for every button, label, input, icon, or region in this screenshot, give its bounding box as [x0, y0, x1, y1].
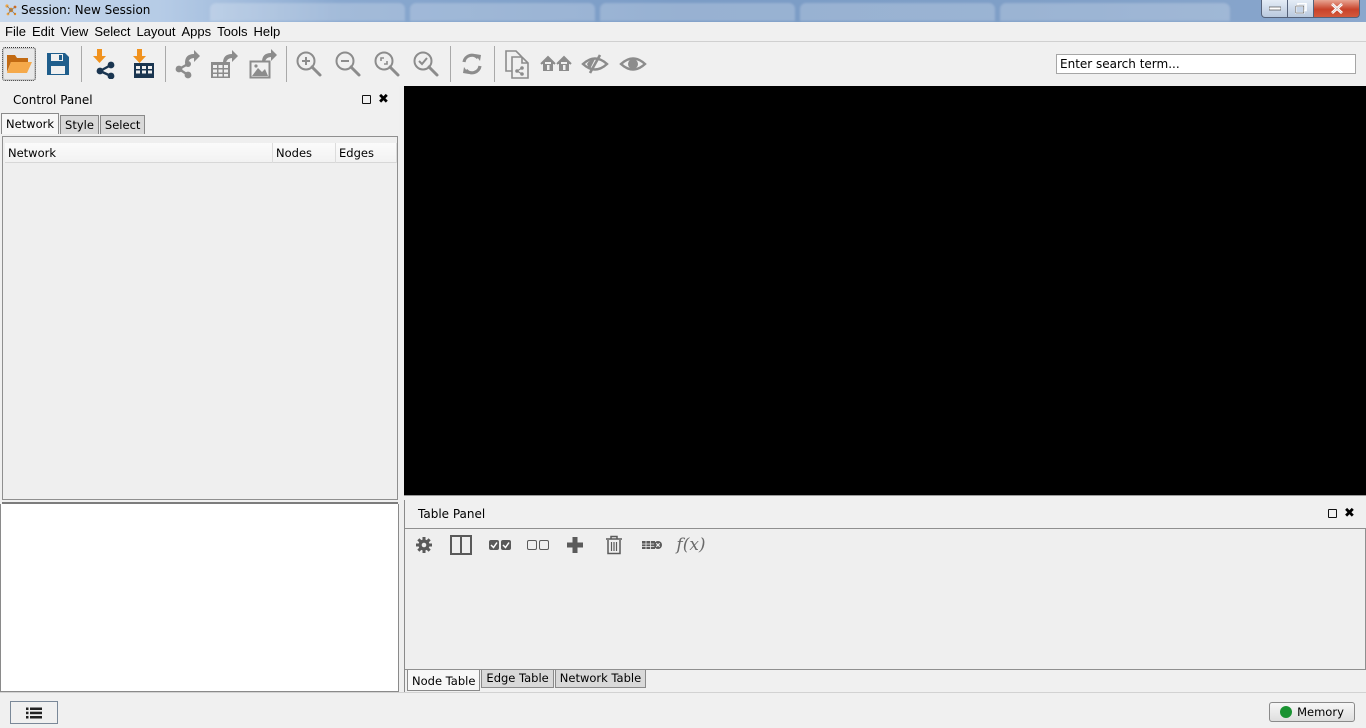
minimize-icon — [1268, 6, 1281, 11]
tab-network-table[interactable]: Network Table — [554, 670, 647, 688]
trash-icon — [606, 535, 622, 555]
menu-bar: File Edit View Select Layout Apps Tools … — [0, 22, 1366, 42]
table-options-button[interactable] — [412, 533, 436, 557]
tab-edge-table[interactable]: Edge Table — [481, 670, 554, 688]
menu-apps[interactable]: Apps — [179, 23, 215, 41]
new-network-from-selection-icon — [505, 50, 529, 79]
menu-layout[interactable]: Layout — [133, 23, 178, 41]
network-view-canvas[interactable] — [404, 86, 1366, 495]
close-window-button[interactable] — [1314, 0, 1360, 18]
status-bar: Memory — [0, 692, 1366, 728]
control-panel-tabs: Network Style Select — [1, 113, 146, 135]
eye-slash-icon — [581, 54, 609, 74]
menu-select[interactable]: Select — [91, 23, 133, 41]
export-network-icon — [175, 50, 200, 79]
deselect-all-columns-button[interactable] — [526, 533, 550, 557]
apply-layout-button[interactable] — [455, 47, 489, 81]
refresh-icon — [462, 53, 482, 75]
menu-help[interactable]: Help — [251, 23, 284, 41]
zoom-out-button[interactable] — [331, 47, 365, 81]
close-icon — [1330, 3, 1343, 14]
gear-icon — [416, 537, 432, 553]
columns-icon — [450, 535, 472, 555]
function-icon: f(x) — [676, 535, 706, 555]
export-table-icon — [211, 50, 238, 78]
plus-icon — [567, 537, 583, 553]
float-panel-icon[interactable] — [362, 95, 371, 104]
zoom-fit-button[interactable] — [370, 47, 404, 81]
zoom-out-icon — [335, 51, 361, 77]
hide-selected-button[interactable] — [578, 47, 612, 81]
window-title: Session: New Session — [21, 3, 151, 17]
network-list: Network Nodes Edges — [2, 136, 398, 500]
table-panel-title: Table Panel — [418, 507, 486, 521]
save-session-button[interactable] — [41, 47, 75, 81]
first-neighbors-button[interactable] — [539, 47, 573, 81]
column-header-nodes[interactable]: Nodes — [273, 143, 336, 163]
table-delete-icon — [642, 541, 662, 549]
menu-edit[interactable]: Edit — [29, 23, 57, 41]
export-image-icon — [249, 49, 277, 79]
zoom-fit-icon — [374, 51, 400, 77]
zoom-in-icon — [296, 51, 322, 77]
import-network-button[interactable] — [87, 47, 121, 81]
title-bar: Session: New Session — [0, 0, 1366, 22]
show-all-button[interactable] — [616, 47, 650, 81]
tab-node-table[interactable]: Node Table — [407, 670, 481, 691]
create-column-button[interactable] — [563, 533, 587, 557]
tab-network[interactable]: Network — [1, 113, 60, 134]
delete-columns-button[interactable] — [602, 533, 626, 557]
memory-status-icon — [1280, 706, 1293, 718]
main-toolbar — [0, 43, 1366, 85]
floppy-disk-icon — [47, 53, 69, 75]
function-builder-button[interactable]: f(x) — [676, 533, 706, 557]
control-panel: Control Panel ✖ Network Style Select Net… — [0, 86, 403, 692]
minimize-button[interactable] — [1261, 0, 1288, 18]
close-panel-icon[interactable]: ✖ — [378, 93, 389, 106]
houses-icon — [540, 55, 572, 71]
menu-view[interactable]: View — [57, 23, 91, 41]
import-table-icon — [133, 49, 154, 78]
control-panel-title: Control Panel — [13, 93, 93, 107]
close-panel-icon[interactable]: ✖ — [1344, 507, 1355, 520]
export-network-button[interactable] — [170, 47, 204, 81]
import-table-button[interactable] — [126, 47, 160, 81]
export-table-button[interactable] — [207, 47, 241, 81]
table-panel: Table Panel ✖ f(x) Node Table Edge Table… — [404, 500, 1366, 692]
show-columns-button[interactable] — [449, 533, 473, 557]
column-header-edges[interactable]: Edges — [336, 143, 397, 163]
folder-open-icon — [7, 55, 32, 73]
app-logo-icon — [5, 4, 17, 16]
zoom-selected-button[interactable] — [409, 47, 443, 81]
restore-button[interactable] — [1288, 0, 1314, 18]
float-panel-icon[interactable] — [1328, 509, 1337, 518]
checked-boxes-icon — [489, 540, 511, 550]
tab-style[interactable]: Style — [60, 115, 99, 134]
import-network-icon — [93, 49, 115, 79]
column-header-network[interactable]: Network — [5, 143, 273, 163]
menu-file[interactable]: File — [2, 23, 29, 41]
network-table-header: Network Nodes Edges — [5, 143, 397, 163]
network-overview-pane — [0, 504, 399, 692]
open-session-button[interactable] — [2, 47, 36, 81]
new-network-from-selection-button[interactable] — [500, 47, 534, 81]
select-all-columns-button[interactable] — [488, 533, 512, 557]
list-icon — [26, 707, 42, 718]
empty-boxes-icon — [527, 540, 549, 550]
task-history-button[interactable] — [10, 701, 58, 724]
restore-icon — [1294, 3, 1307, 14]
export-image-button[interactable] — [246, 47, 280, 81]
cytoscape-window: Session: New Session File Edit View Sele… — [0, 0, 1366, 728]
menu-tools[interactable]: Tools — [214, 23, 250, 41]
search-input[interactable] — [1056, 54, 1356, 74]
zoom-in-button[interactable] — [292, 47, 326, 81]
eye-icon — [619, 57, 647, 71]
table-panel-tabs: Node Table Edge Table Network Table — [407, 670, 647, 691]
table-content: f(x) — [405, 528, 1366, 670]
delete-table-button[interactable] — [640, 533, 664, 557]
memory-label: Memory — [1297, 705, 1344, 719]
tab-select[interactable]: Select — [99, 115, 146, 134]
zoom-selected-icon — [413, 51, 439, 77]
memory-button[interactable]: Memory — [1269, 702, 1355, 722]
